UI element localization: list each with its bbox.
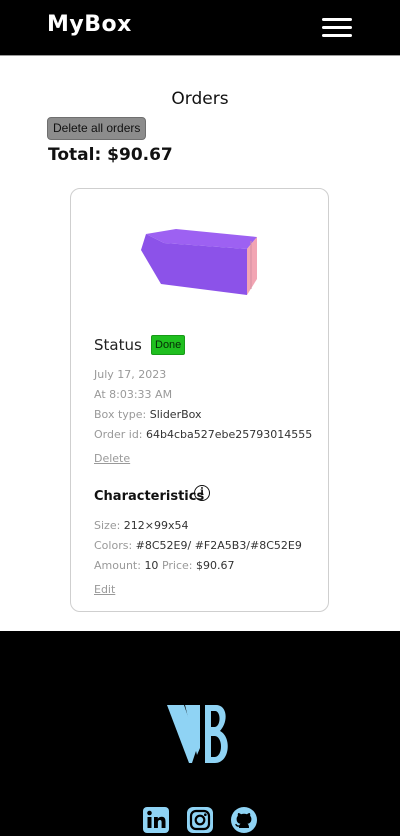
- menu-bar: [322, 26, 352, 29]
- edit-order-link[interactable]: Edit: [94, 583, 115, 596]
- box-type-value: SliderBox: [149, 408, 202, 421]
- order-id-label: Order id:: [94, 428, 143, 441]
- amount-value: 10: [144, 559, 159, 572]
- order-id: Order id: 64b4cba527ebe25793014555: [94, 428, 312, 441]
- box-image: [141, 229, 257, 295]
- characteristics-title: Characteristics: [94, 489, 205, 504]
- order-date: July 17, 2023: [94, 368, 167, 381]
- colors-value: #8C52E9/ #F2A5B3/#8C52E9: [135, 539, 302, 552]
- status-badge: Done: [151, 335, 186, 355]
- orders-total: Total: $90.67: [48, 145, 173, 165]
- github-icon[interactable]: [230, 806, 258, 834]
- size: Size: 212×99x54: [94, 519, 189, 532]
- price-value: $90.67: [195, 559, 235, 572]
- order-id-value: 64b4cba527ebe25793014555: [146, 428, 313, 441]
- footer: [0, 631, 400, 836]
- colors: Colors: #8C52E9/ #F2A5B3/#8C52E9: [94, 539, 302, 552]
- hamburger-menu-icon[interactable]: [322, 17, 354, 39]
- header: MyBox: [0, 0, 400, 56]
- size-value: 212×99x54: [123, 519, 189, 532]
- linkedin-icon[interactable]: [142, 806, 170, 834]
- price-label: Price:: [161, 559, 193, 572]
- box-front: [141, 243, 247, 295]
- vb-logo[interactable]: [167, 705, 233, 763]
- status-label: Status: [94, 336, 142, 354]
- size-label: Size:: [94, 519, 121, 532]
- page-title: Orders: [171, 89, 229, 109]
- menu-bar: [322, 18, 352, 21]
- delete-all-orders-button[interactable]: Delete all orders: [47, 117, 147, 140]
- box-type: Box type: SliderBox: [94, 408, 202, 421]
- amount-price: Amount: 10 Price: $90.67: [94, 559, 234, 572]
- colors-label: Colors:: [94, 539, 133, 552]
- amount-label: Amount:: [94, 559, 141, 572]
- delete-order-link[interactable]: Delete: [94, 452, 130, 465]
- info-icon[interactable]: i: [194, 485, 210, 501]
- box-type-label: Box type:: [94, 408, 147, 421]
- instagram-icon[interactable]: [186, 806, 214, 834]
- order-time: At 8:03:33 AM: [94, 388, 173, 401]
- order-card: Status Done July 17, 2023 At 8:03:33 AM …: [70, 188, 329, 612]
- menu-bar: [322, 34, 352, 37]
- logo[interactable]: MyBox: [47, 12, 132, 37]
